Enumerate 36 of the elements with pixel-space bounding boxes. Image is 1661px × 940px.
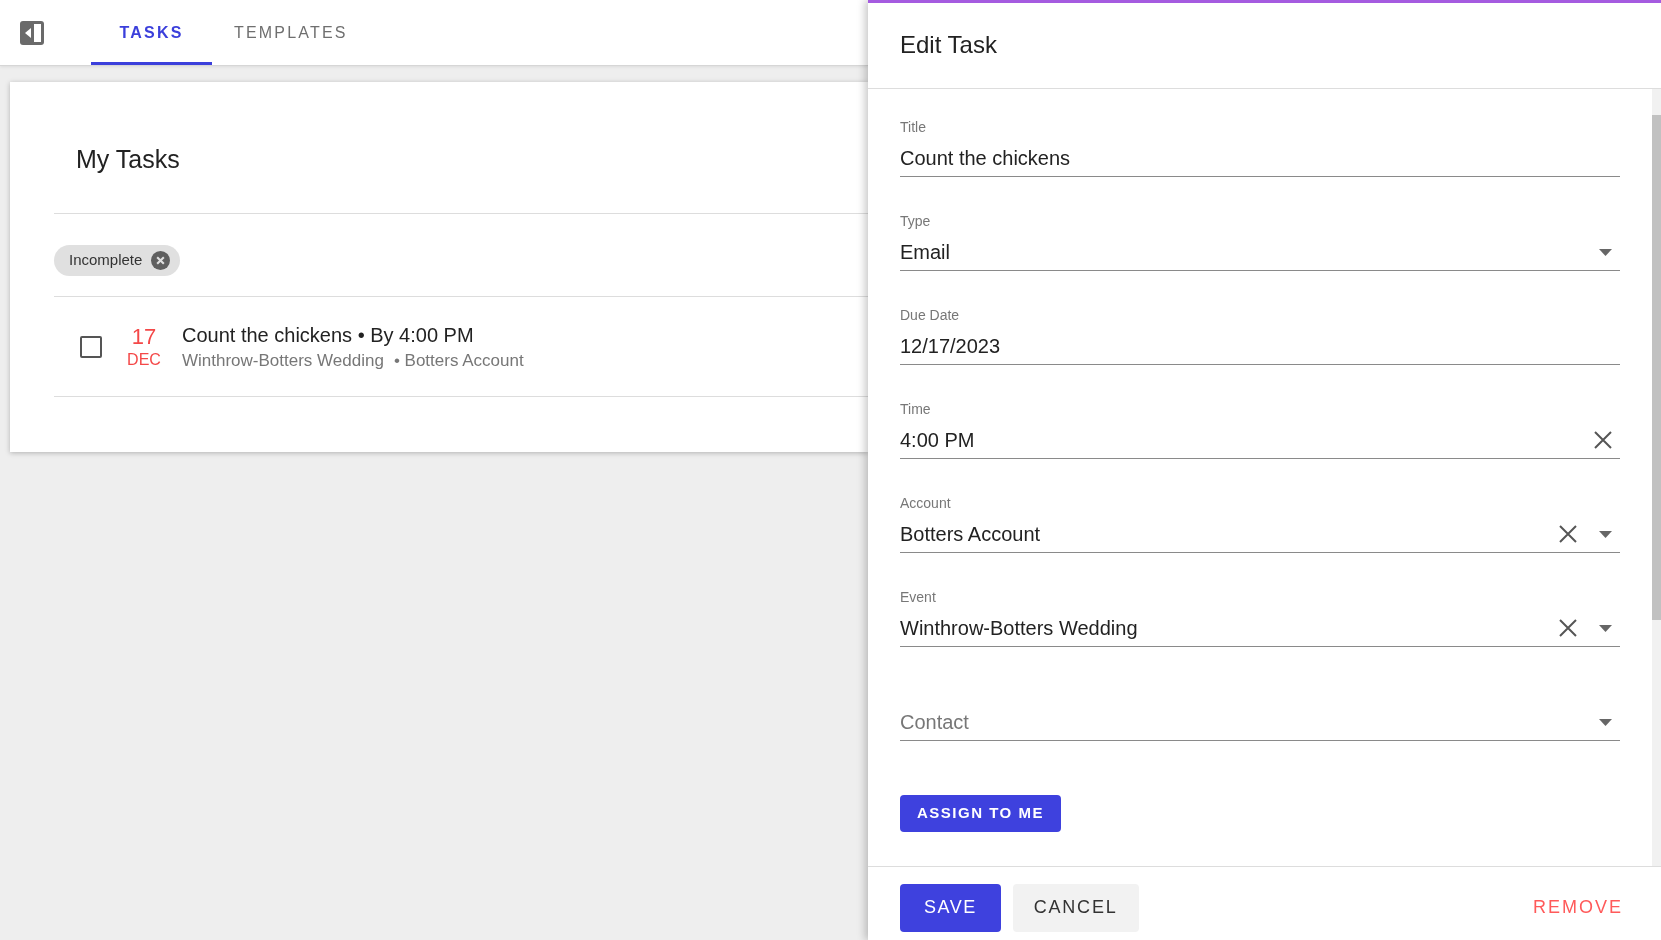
input-field[interactable]: Count the chickens bbox=[900, 140, 1612, 176]
task-event: Winthrow-Botters Wedding bbox=[182, 349, 384, 372]
caret-icon[interactable] bbox=[1599, 624, 1612, 632]
scrollbar-thumb[interactable] bbox=[1652, 115, 1661, 620]
save-button[interactable]: SAVE bbox=[900, 883, 1001, 932]
caret-icon[interactable] bbox=[1599, 248, 1612, 256]
field-label: Due Date bbox=[900, 306, 960, 324]
dropdown-field[interactable]: Contact bbox=[900, 704, 1577, 740]
clear-icon[interactable] bbox=[1594, 431, 1612, 449]
field-label: Event bbox=[900, 588, 936, 606]
due-day: 17 bbox=[131, 323, 157, 350]
input-field[interactable]: 4:00 PM bbox=[900, 422, 1572, 458]
checkbox[interactable] bbox=[80, 335, 102, 358]
cancel-button[interactable]: CANCEL bbox=[1012, 883, 1139, 932]
due-month: DEC bbox=[127, 349, 161, 370]
clear-icon[interactable] bbox=[1559, 525, 1577, 543]
clear-icon[interactable] bbox=[1559, 619, 1577, 637]
input-field[interactable]: 12/17/2023 bbox=[900, 328, 1612, 364]
dropdown-field[interactable]: Email bbox=[900, 234, 1577, 270]
field-label: Time bbox=[900, 400, 931, 418]
dropdown-field[interactable]: Botters Account bbox=[900, 516, 1537, 552]
field-label: Type bbox=[900, 212, 931, 230]
assign-button[interactable]: ASSIGN TO ME bbox=[900, 795, 1061, 832]
filter-chip[interactable]: Incomplete bbox=[54, 245, 181, 276]
close-icon[interactable] bbox=[151, 251, 171, 270]
dropdown-field[interactable]: Winthrow-Botters Wedding bbox=[900, 610, 1537, 646]
field-label: Account bbox=[900, 494, 951, 512]
caret-icon[interactable] bbox=[1599, 530, 1612, 538]
task-title[interactable]: Count the chickens • By 4:00 PM bbox=[182, 321, 474, 348]
field-label: Title bbox=[900, 118, 926, 136]
caret-icon[interactable] bbox=[1599, 718, 1612, 726]
tab[interactable]: TEMPLATES bbox=[212, 0, 370, 65]
tab[interactable]: TASKS bbox=[91, 0, 212, 65]
card-title: My Tasks bbox=[76, 144, 180, 174]
panel-title: Edit Task bbox=[900, 31, 997, 60]
task-account: • Botters Account bbox=[393, 349, 524, 372]
